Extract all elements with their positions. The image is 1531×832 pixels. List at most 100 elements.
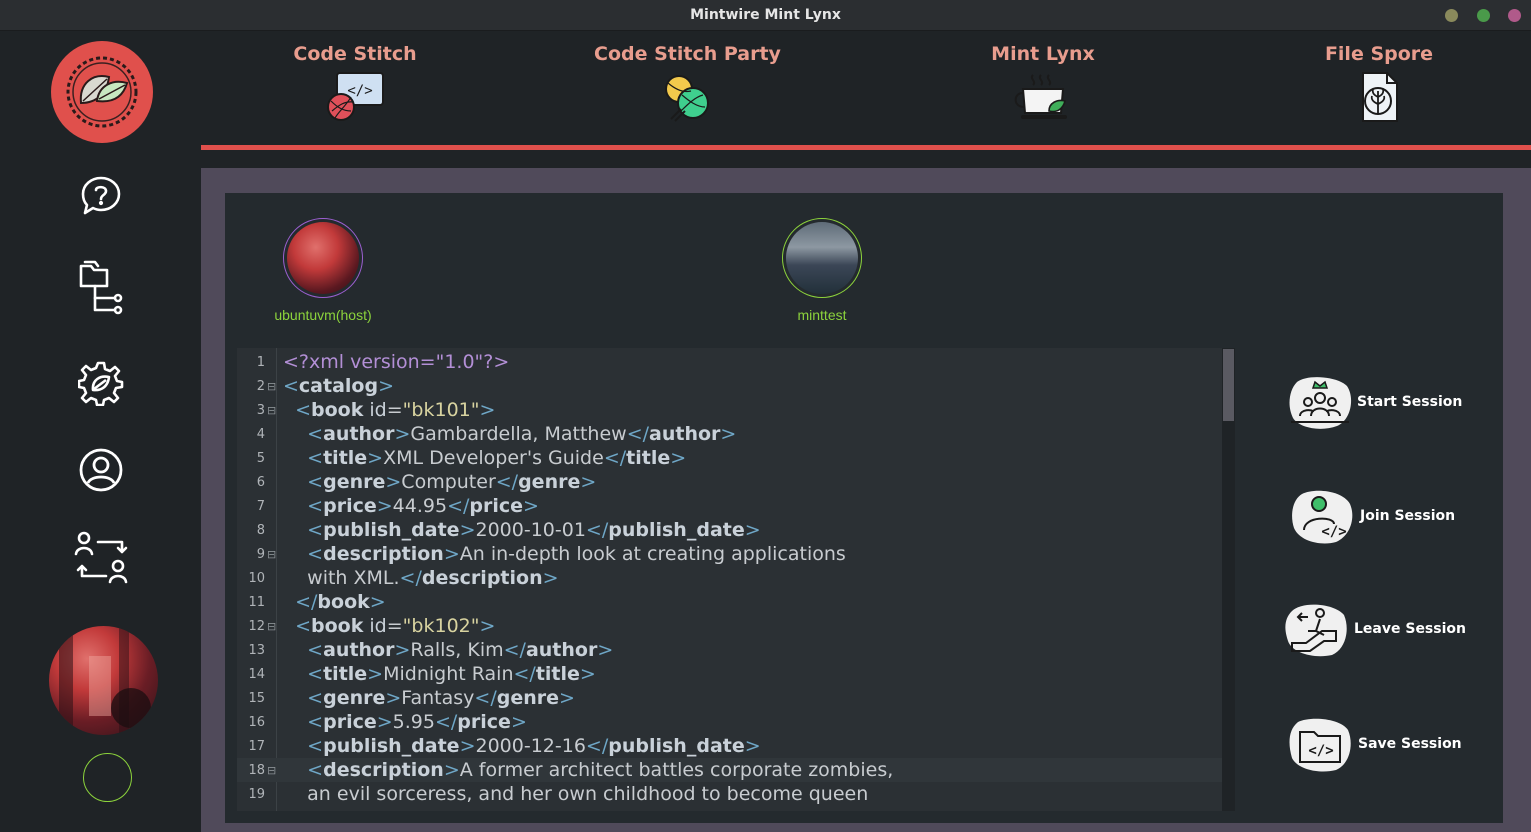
- fold-toggle-icon[interactable]: ⊟: [267, 399, 276, 423]
- line-number: 8: [256, 523, 265, 538]
- close-button[interactable]: [1508, 9, 1521, 22]
- code-text: <price>44.95</price>: [307, 495, 539, 517]
- line-number: 3: [256, 403, 265, 418]
- code-editor[interactable]: 1 <?xml version="1.0"?> 2 ⊟ <catalog> 3 ⊟ <boo…: [237, 348, 1235, 811]
- file-leaf-icon: [1362, 72, 1398, 122]
- nav-code-stitch-party[interactable]: Code Stitch Party: [594, 31, 781, 141]
- online-status-indicator: [83, 753, 132, 802]
- code-line[interactable]: 18 ⊟ <description>A former architect batt…: [237, 758, 1222, 782]
- line-number: 7: [256, 499, 265, 514]
- code-text: <price>5.95</price>: [307, 711, 527, 733]
- code-line[interactable]: 4 <author>Gambardella, Matthew</author>: [237, 422, 1222, 446]
- title-bar: Mintwire Mint Lynx: [0, 0, 1531, 31]
- line-number: 13: [248, 643, 265, 658]
- scrollbar-thumb[interactable]: [1223, 349, 1234, 421]
- save-session-icon: </>: [1288, 716, 1354, 772]
- line-number: 10: [248, 571, 265, 586]
- code-line[interactable]: 6 <genre>Computer</genre>: [237, 470, 1222, 494]
- start-session-icon: [1287, 374, 1353, 430]
- start-session-button[interactable]: Start Session: [1287, 374, 1462, 430]
- mint-tea-cup-icon: [1014, 74, 1067, 119]
- line-number: 19: [248, 787, 265, 802]
- code-text: an evil sorceress, and her own childhood…: [283, 783, 869, 805]
- code-text: <publish_date>2000-10-01</publish_date>: [307, 519, 761, 541]
- code-line[interactable]: 5 <title>XML Developer's Guide</title>: [237, 446, 1222, 470]
- save-session-button[interactable]: </> Save Session: [1288, 716, 1462, 772]
- line-number: 18: [248, 763, 265, 778]
- current-user-avatar[interactable]: [49, 626, 158, 735]
- join-session-icon: </>: [1290, 488, 1356, 544]
- code-text: <genre>Computer</genre>: [307, 471, 597, 493]
- line-number: 17: [248, 739, 265, 754]
- code-line[interactable]: 11 </book>: [237, 590, 1222, 614]
- svg-text:</>: </>: [1308, 743, 1333, 759]
- line-number: 14: [248, 667, 265, 682]
- code-text: <author>Gambardella, Matthew</author>: [307, 423, 737, 445]
- user-profile-icon[interactable]: [76, 445, 126, 495]
- nav-label: Code Stitch Party: [594, 43, 781, 65]
- file-tree-icon[interactable]: [75, 260, 125, 315]
- leaf-wreath-logo[interactable]: [51, 41, 153, 143]
- code-line[interactable]: 2 ⊟ <catalog>: [237, 374, 1222, 398]
- line-number: 6: [256, 475, 265, 490]
- avatar: [782, 218, 862, 298]
- code-text: <book id="bk101">: [295, 399, 496, 421]
- code-line[interactable]: 9 ⊟ <description>An in-depth look at crea…: [237, 542, 1222, 566]
- code-text: <title>XML Developer's Guide</title>: [307, 447, 687, 469]
- editor-scrollbar[interactable]: [1222, 348, 1235, 811]
- nav-code-stitch[interactable]: Code Stitch </>: [286, 31, 424, 141]
- code-line[interactable]: 12 ⊟ <book id="bk102">: [237, 614, 1222, 638]
- svg-text:</>: </>: [1321, 524, 1346, 540]
- svg-text:</>: </>: [347, 83, 372, 99]
- line-number: 4: [256, 427, 265, 442]
- session-user-guest: minttest: [762, 218, 882, 323]
- top-navigation: Code Stitch </> Code Stitch Party Mint L…: [201, 31, 1531, 145]
- button-label: Leave Session: [1354, 621, 1466, 637]
- code-line[interactable]: 8 <publish_date>2000-10-01</publish_date…: [237, 518, 1222, 542]
- code-text: <title>Midnight Rain</title>: [307, 663, 596, 685]
- code-line[interactable]: 14 <title>Midnight Rain</title>: [237, 662, 1222, 686]
- code-text: <author>Ralls, Kim</author>: [307, 639, 614, 661]
- code-line[interactable]: 17 <publish_date>2000-12-16</publish_dat…: [237, 734, 1222, 758]
- switch-users-icon[interactable]: [74, 530, 130, 588]
- button-label: Join Session: [1360, 508, 1456, 524]
- fold-toggle-icon[interactable]: ⊟: [267, 615, 276, 639]
- code-line[interactable]: 16 <price>5.95</price>: [237, 710, 1222, 734]
- code-line[interactable]: 10 with XML.</description>: [237, 566, 1222, 590]
- fold-toggle-icon[interactable]: ⊟: [267, 759, 276, 783]
- help-chat-icon[interactable]: [76, 171, 126, 221]
- line-number: 12: [248, 619, 265, 634]
- code-text: <genre>Fantasy</genre>: [307, 687, 575, 709]
- code-text: <publish_date>2000-12-16</publish_date>: [307, 735, 761, 757]
- nav-file-spore[interactable]: File Spore: [1319, 31, 1439, 141]
- line-number: 15: [248, 691, 265, 706]
- code-line[interactable]: 3 ⊟ <book id="bk101">: [237, 398, 1222, 422]
- fold-toggle-icon[interactable]: ⊟: [267, 375, 276, 399]
- line-number: 5: [256, 451, 265, 466]
- maximize-button[interactable]: [1477, 9, 1490, 22]
- code-line[interactable]: 7 <price>44.95</price>: [237, 494, 1222, 518]
- session-user-host: ubuntuvm(host): [263, 218, 383, 323]
- fold-toggle-icon[interactable]: ⊟: [267, 543, 276, 567]
- user-name: minttest: [797, 307, 847, 323]
- code-text: <?xml version="1.0"?>: [283, 351, 510, 373]
- nav-label: File Spore: [1324, 43, 1434, 65]
- leave-session-icon: [1284, 601, 1350, 657]
- settings-leaf-icon[interactable]: [76, 358, 126, 408]
- nav-accent-divider: [201, 145, 1531, 150]
- line-number: 9: [256, 547, 265, 562]
- code-lines[interactable]: 1 <?xml version="1.0"?> 2 ⊟ <catalog> 3 ⊟ <boo…: [237, 350, 1222, 806]
- code-line[interactable]: 1 <?xml version="1.0"?>: [237, 350, 1222, 374]
- code-text: <description>An in-depth look at creatin…: [307, 543, 846, 565]
- nav-mint-lynx[interactable]: Mint Lynx: [978, 31, 1108, 141]
- avatar: [283, 218, 363, 298]
- line-number: 1: [256, 355, 265, 370]
- window-title: Mintwire Mint Lynx: [690, 7, 841, 23]
- code-line[interactable]: 15 <genre>Fantasy</genre>: [237, 686, 1222, 710]
- join-session-button[interactable]: </> Join Session: [1290, 488, 1455, 544]
- leave-session-button[interactable]: Leave Session: [1284, 601, 1466, 657]
- code-line[interactable]: 19 an evil sorceress, and her own childh…: [237, 782, 1222, 806]
- minimize-button[interactable]: [1445, 9, 1458, 22]
- code-line[interactable]: 13 <author>Ralls, Kim</author>: [237, 638, 1222, 662]
- yarn-balls-icon: [665, 75, 709, 122]
